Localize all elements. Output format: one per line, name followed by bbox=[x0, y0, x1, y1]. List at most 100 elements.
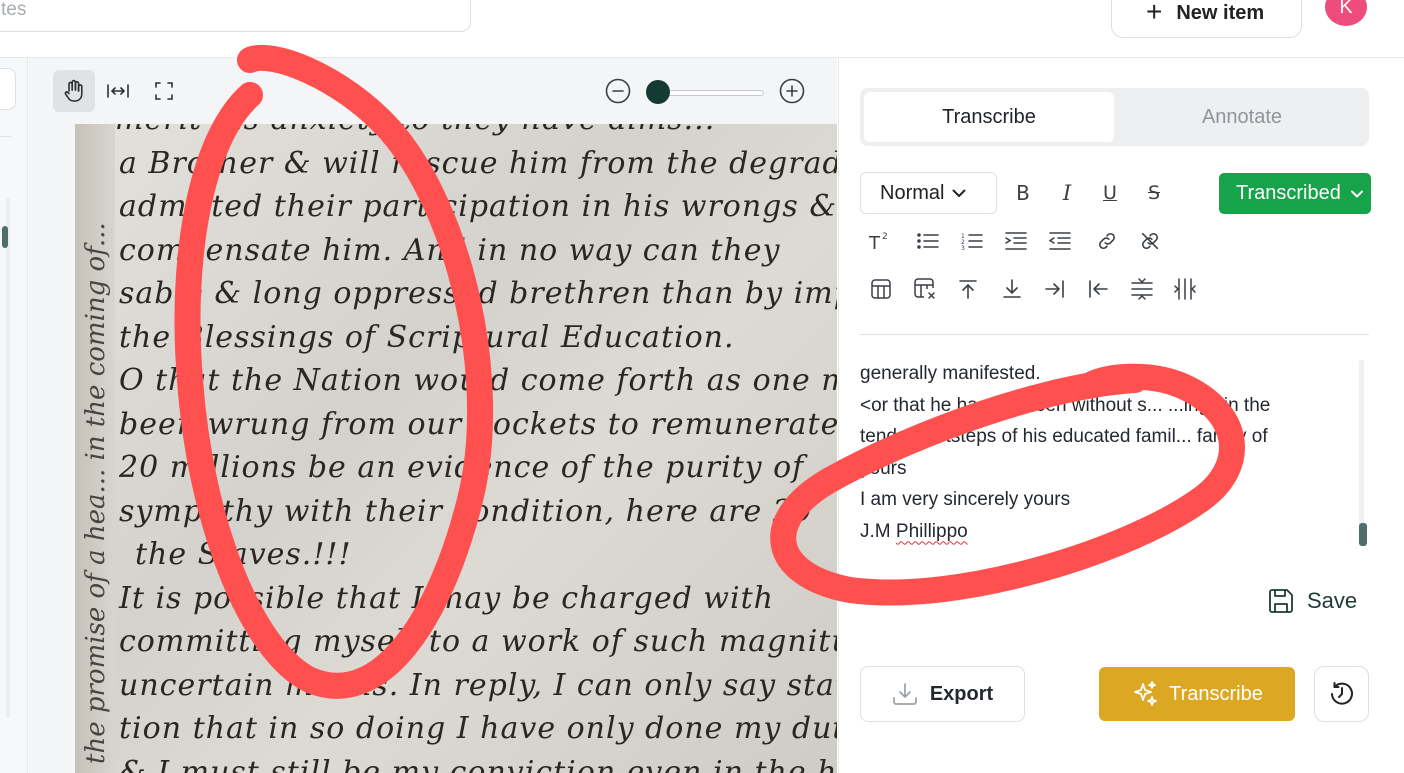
editor-scrollbar-thumb[interactable] bbox=[1359, 523, 1367, 546]
panel-tabs: Transcribe Annotate bbox=[860, 88, 1369, 146]
rail-scrollbar-thumb[interactable] bbox=[2, 226, 8, 248]
signature-prefix: J.M bbox=[860, 520, 896, 542]
manuscript-line: merit his anxiety to they have aims... bbox=[115, 124, 715, 137]
outdent-icon bbox=[1049, 232, 1071, 250]
link-button[interactable] bbox=[1091, 225, 1123, 257]
download-icon bbox=[892, 683, 917, 705]
save-button[interactable]: Save bbox=[1267, 584, 1357, 618]
export-label: Export bbox=[929, 682, 994, 705]
manuscript-line: uncertain means. In reply, I can only sa… bbox=[119, 667, 837, 703]
search-input[interactable]: tes bbox=[0, 0, 471, 32]
new-item-button[interactable]: + New item bbox=[1111, 0, 1302, 38]
editor-line: <or that he has not been without s... ..… bbox=[860, 394, 1271, 416]
svg-text:T: T bbox=[868, 233, 881, 252]
status-dropdown[interactable]: Transcribed bbox=[1219, 173, 1371, 214]
transcription-editor[interactable]: generally manifested. <or that he has no… bbox=[860, 358, 1355, 553]
italic-button[interactable]: I bbox=[1051, 177, 1083, 209]
expand-icon bbox=[155, 82, 173, 100]
avatar-initial: K bbox=[1339, 0, 1353, 18]
editor-line: yours bbox=[860, 457, 907, 479]
zoom-out-icon[interactable] bbox=[605, 78, 631, 104]
arrow-left-bar-icon bbox=[1089, 280, 1108, 298]
fit-width-icon bbox=[107, 84, 129, 98]
plus-icon: + bbox=[1146, 0, 1163, 27]
viewer-toolbar bbox=[29, 58, 837, 124]
editor-scrollbar[interactable] bbox=[1359, 360, 1364, 546]
unlink-button[interactable] bbox=[1134, 225, 1166, 257]
zoom-slider[interactable] bbox=[654, 90, 764, 96]
manuscript-line: admitted their participation in his wron… bbox=[119, 189, 837, 224]
manuscript-line: tion that in so doing I have only done m… bbox=[119, 711, 837, 746]
indent-button[interactable] bbox=[1000, 225, 1032, 257]
signature-name: Phillippo bbox=[895, 520, 968, 542]
export-button[interactable]: Export bbox=[860, 666, 1025, 722]
delete-table-button[interactable] bbox=[909, 273, 941, 305]
italic-icon: I bbox=[1062, 181, 1072, 205]
history-button[interactable] bbox=[1314, 666, 1369, 722]
manuscript-line: O that the Nation would come forth as on… bbox=[119, 363, 837, 398]
svg-text:3: 3 bbox=[961, 245, 965, 250]
manuscript-image[interactable]: the promise of a hea... in the coming of… bbox=[75, 124, 837, 773]
avatar[interactable]: K bbox=[1325, 0, 1367, 26]
sparkles-icon bbox=[1134, 681, 1158, 706]
bold-icon: B bbox=[1016, 181, 1030, 205]
numbered-list-button[interactable]: 123 bbox=[956, 225, 988, 257]
bold-button[interactable]: B bbox=[1007, 177, 1039, 209]
strikethrough-icon: S bbox=[1147, 182, 1161, 204]
manuscript-line: sable & long oppressed brethren than by … bbox=[119, 276, 837, 311]
manuscript-line: 20 millions be an evidence of the purity… bbox=[119, 450, 805, 485]
editor-line: I am very sincerely yours bbox=[860, 489, 1071, 510]
insert-row-below-button[interactable] bbox=[996, 273, 1028, 305]
zoom-in-icon[interactable] bbox=[779, 78, 805, 104]
manuscript-line: a Brother & will rescue him from the deg… bbox=[119, 145, 837, 181]
table-icon bbox=[871, 279, 891, 299]
manuscript-line: It is possible that I may be charged wit… bbox=[119, 580, 774, 616]
zoom-slider-handle[interactable] bbox=[646, 80, 670, 104]
unlink-icon bbox=[1141, 232, 1159, 250]
text-style-value: Normal bbox=[880, 181, 945, 204]
text-style-select[interactable]: Normal bbox=[860, 172, 997, 214]
underline-icon: U bbox=[1103, 182, 1117, 204]
transcribe-button[interactable]: Transcribe bbox=[1099, 667, 1295, 721]
table-delete-icon bbox=[914, 278, 935, 299]
insert-row-above-button[interactable] bbox=[952, 273, 984, 305]
insert-column-after-button[interactable] bbox=[1039, 273, 1071, 305]
arrow-down-bar-icon bbox=[1003, 279, 1021, 298]
manuscript-line: sympathy with their condition, here are … bbox=[119, 493, 814, 529]
hand-icon bbox=[64, 79, 83, 102]
chevron-down-icon bbox=[1350, 190, 1363, 197]
delete-row-icon bbox=[1131, 278, 1153, 300]
left-rail bbox=[0, 58, 28, 773]
delete-row-button[interactable] bbox=[1126, 273, 1158, 305]
link-icon bbox=[1099, 233, 1115, 249]
underline-button[interactable]: U bbox=[1094, 177, 1126, 209]
fullscreen-button[interactable] bbox=[143, 70, 185, 112]
manuscript-line: been wrung from our pockets to remunerat… bbox=[119, 406, 837, 442]
bullet-list-icon bbox=[917, 233, 939, 249]
manuscript-line: & I must still be my conviction even in … bbox=[119, 754, 837, 773]
strikethrough-button[interactable]: S bbox=[1138, 177, 1170, 209]
status-label: Transcribed bbox=[1236, 182, 1341, 204]
hand-tool-button[interactable] bbox=[53, 70, 95, 112]
top-bar: tes + New item K bbox=[0, 0, 1404, 58]
save-label: Save bbox=[1307, 588, 1358, 613]
insert-table-button[interactable] bbox=[865, 273, 897, 305]
rail-collapsed-control[interactable] bbox=[0, 68, 16, 110]
fit-width-button[interactable] bbox=[97, 70, 139, 112]
floppy-disk-icon bbox=[1269, 589, 1293, 613]
editor-signature-line: J.M Phillippo bbox=[860, 516, 1355, 548]
tab-transcribe[interactable]: Transcribe bbox=[864, 92, 1114, 142]
bullet-list-button[interactable] bbox=[912, 225, 944, 257]
manuscript-line: compensate him. And in no way can they bbox=[119, 232, 781, 268]
editor-line: tender footsteps of his educated famil..… bbox=[860, 426, 1268, 447]
outdent-button[interactable] bbox=[1044, 225, 1076, 257]
insert-column-before-button[interactable] bbox=[1082, 273, 1114, 305]
delete-column-icon bbox=[1174, 278, 1196, 300]
rail-scrollbar[interactable] bbox=[6, 198, 10, 718]
arrow-up-bar-icon bbox=[959, 280, 977, 299]
delete-column-button[interactable] bbox=[1169, 273, 1201, 305]
indent-icon bbox=[1005, 232, 1027, 250]
numbered-list-icon: 123 bbox=[961, 233, 983, 250]
superscript-button[interactable]: T2 bbox=[865, 225, 897, 257]
tab-annotate[interactable]: Annotate bbox=[1118, 92, 1366, 142]
